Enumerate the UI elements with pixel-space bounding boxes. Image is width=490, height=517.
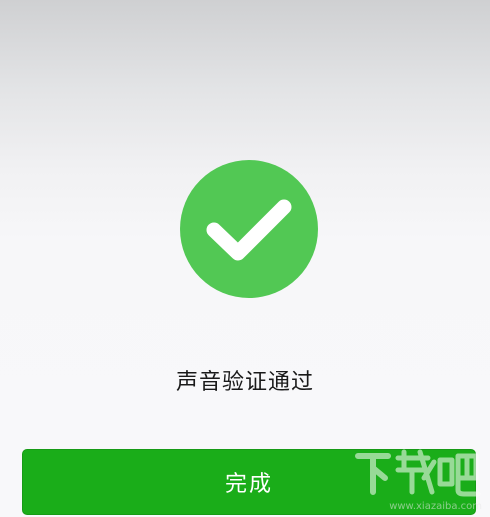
watermark-url: www.xiazaiba.com — [389, 501, 482, 512]
checkmark-icon — [206, 199, 292, 261]
site-watermark-logo: www.xiazaiba.com — [354, 448, 482, 512]
verification-result-text: 声音验证通过 — [175, 370, 314, 395]
success-checkmark-icon — [180, 160, 318, 298]
watermark-logo-icon — [355, 449, 481, 497]
